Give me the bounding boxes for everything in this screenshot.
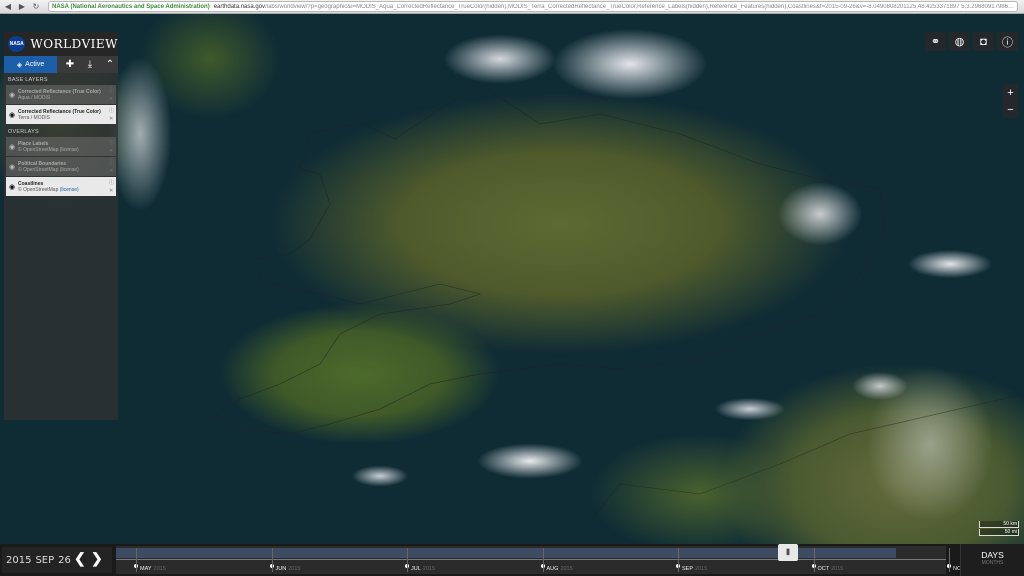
info-icon[interactable]: ⓘ [109, 179, 114, 186]
layer-source: © OpenStreetMap (license) [18, 166, 79, 173]
info-icon[interactable]: ⓘ [109, 87, 114, 94]
coastline-overlay [209, 83, 1024, 535]
layer-terra-true-color[interactable]: ◉ Corrected Reflectance (True Color) Ter… [6, 105, 116, 124]
date-year[interactable]: 2015 [6, 555, 31, 566]
visibility-eye-icon[interactable]: ◉ [6, 183, 18, 191]
address-bar[interactable]: NASA (National Aeronautics and Space Adm… [48, 1, 1018, 12]
layer-source: Aqua / MODIS [18, 94, 51, 101]
layer-political-boundaries[interactable]: ◉ Political Boundaries © OpenStreetMap (… [6, 157, 116, 176]
date-day[interactable]: 26 [58, 555, 71, 566]
scale-bar: 50 km 50 mi [979, 521, 1019, 537]
url-path: /labs/worldview/?p=geographic&l=MODIS_Aq… [265, 3, 1014, 10]
sidebar-tabbar: ◈ Active ✚ ⤓ ⌃ [4, 56, 118, 73]
forward-arrow-icon[interactable]: ▶ [16, 1, 28, 13]
camera-icon[interactable]: ◘ [973, 32, 994, 51]
timeline-axis [116, 559, 946, 560]
reload-icon[interactable]: ↻ [30, 1, 42, 13]
month-tick [678, 548, 679, 572]
tab-active-layers[interactable]: ◈ Active [4, 56, 57, 73]
back-arrow-icon[interactable]: ◀ [2, 1, 14, 13]
month-label[interactable]: OCT 2015 [818, 566, 844, 572]
layers-sidebar: NASA WORLDVIEW ◈ Active ✚ ⤓ ⌃ BASE LAYER… [4, 32, 118, 420]
scale-km: 50 km [979, 521, 1019, 528]
month-label[interactable]: MAY 2015 [140, 566, 166, 572]
collapse-icon[interactable]: ⌃ [103, 59, 117, 70]
add-layers-icon[interactable]: ✚ [63, 59, 77, 70]
brand-header: NASA WORLDVIEW [4, 32, 118, 56]
next-day-arrow-icon[interactable]: ❯ [91, 550, 103, 567]
month-label[interactable]: SEP 2015 [682, 566, 707, 572]
france-coastline [579, 393, 1024, 535]
overlays-heading: OVERLAYS [8, 129, 39, 135]
visibility-eye-icon[interactable]: ◉ [6, 91, 18, 99]
month-tick [271, 548, 273, 572]
remove-icon[interactable]: ✕ [109, 168, 114, 174]
remove-icon[interactable]: ✕ [109, 116, 114, 122]
scale-mi: 50 mi [979, 529, 1019, 536]
satellite-map[interactable]: NASA WORLDVIEW ◈ Active ✚ ⤓ ⌃ BASE LAYER… [0, 14, 1024, 544]
timeline-zoom-alt: MONTHS [981, 560, 1004, 566]
remove-icon[interactable]: ✕ [109, 96, 114, 102]
zoom-out-button[interactable]: − [1003, 101, 1018, 118]
info-icon[interactable]: ⓘ [997, 32, 1018, 51]
license-link[interactable]: (license) [60, 187, 79, 193]
layer-source: © OpenStreetMap (license) [18, 186, 79, 193]
visibility-eye-icon[interactable]: ◉ [6, 111, 18, 119]
timeline-track[interactable]: ⦀ MAY 2015 JUN 2015 JUL 2015 AUG 2015 SEP 2015 OCT… [116, 544, 979, 574]
month-tick [949, 548, 950, 572]
url-organization: NASA (National Aeronautics and Space Adm… [52, 3, 210, 10]
remove-icon[interactable]: ✕ [109, 148, 114, 154]
globe-icon[interactable]: ◍ [949, 32, 970, 51]
visibility-eye-icon[interactable]: ◉ [6, 143, 18, 151]
timeline: 2015 SEP 26 ❮ ❯ ⦀ MAY 2015 JUN 2015 JUL 2015 A… [0, 544, 1024, 576]
app-title: WORLDVIEW [30, 37, 118, 51]
month-label[interactable]: JUN 2015 [276, 566, 301, 572]
info-icon[interactable]: ⓘ [109, 159, 114, 166]
zoom-in-button[interactable]: + [1003, 84, 1018, 101]
info-icon[interactable]: ⓘ [109, 139, 114, 146]
remove-icon[interactable]: ✕ [109, 188, 114, 194]
timeline-zoom[interactable]: DAYS MONTHS [960, 544, 1024, 576]
layer-aqua-true-color[interactable]: ◉ Corrected Reflectance (True Color) Aqu… [6, 85, 116, 104]
britain-coastline [209, 83, 886, 435]
month-tick [136, 548, 137, 572]
timeline-zoom-level: DAYS [981, 550, 1004, 560]
browser-toolbar: ◀ ▶ ↻ NASA (National Aeronautics and Spa… [0, 0, 1024, 14]
zoom-control: + − [1003, 84, 1018, 118]
visibility-eye-icon[interactable]: ◉ [6, 163, 18, 171]
info-icon[interactable]: ⓘ [109, 107, 114, 114]
date-month[interactable]: SEP [35, 555, 54, 566]
month-label[interactable]: JUL 2015 [411, 566, 435, 572]
tab-active-label: Active [25, 61, 45, 68]
timeline-grabber[interactable]: ⦀ [778, 544, 798, 561]
layer-source: Terra / MODIS [18, 114, 50, 121]
layers-icon: ◈ [16, 61, 23, 69]
url-host: earthdata.nasa.gov [213, 3, 266, 10]
map-toolbar: ⚭ ◍ ◘ ⓘ [925, 32, 1018, 51]
prev-day-arrow-icon[interactable]: ❮ [74, 550, 86, 567]
nasa-logo: NASA [8, 36, 26, 52]
month-tick [813, 548, 815, 572]
base-layers-heading: BASE LAYERS [8, 77, 48, 83]
link-icon[interactable]: ⚭ [925, 32, 946, 51]
month-tick [542, 548, 544, 572]
download-icon[interactable]: ⤓ [83, 59, 97, 70]
layer-coastlines[interactable]: ◉ Coastlines © OpenStreetMap (license) ⓘ… [6, 177, 116, 196]
month-tick [407, 548, 408, 572]
layer-source: © OpenStreetMap (license) [18, 146, 79, 153]
month-label[interactable]: AUG 2015 [547, 566, 573, 572]
layer-place-labels[interactable]: ◉ Place Labels © OpenStreetMap (license)… [6, 137, 116, 156]
